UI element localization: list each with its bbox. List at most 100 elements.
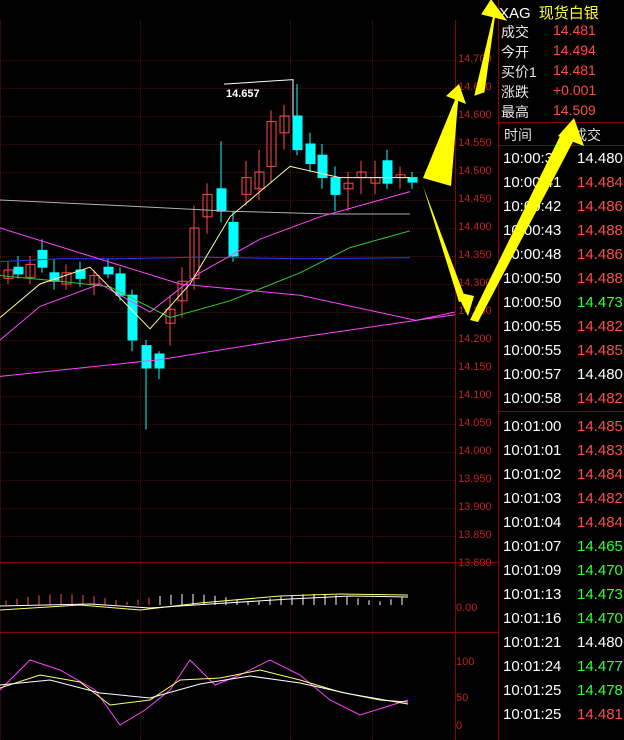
tick-time: 10:00:48 bbox=[503, 246, 562, 263]
quote-row: 买价1 14.481 bbox=[501, 62, 624, 81]
tick-price: 14.470 bbox=[577, 610, 623, 627]
peak-marker bbox=[223, 79, 294, 116]
quote-value: 14.481 bbox=[553, 62, 596, 78]
tick-time: 10:00:42 bbox=[503, 198, 562, 215]
quote-value: 14.494 bbox=[553, 42, 596, 58]
tick-row: 10:01:01 14.483 bbox=[503, 442, 624, 466]
quote-panel: XAG 现货白银 成交 14.481 今开 14.494 买价1 14.481 涨跌 +0.00… bbox=[498, 0, 624, 740]
tick-time: 10:01:01 bbox=[503, 442, 562, 459]
tick-row: 10:01:25 14.481 bbox=[503, 706, 624, 730]
tick-row: 10:01:04 14.484 bbox=[503, 514, 624, 538]
quote-label: 买价1 bbox=[501, 64, 537, 80]
candle-body bbox=[37, 249, 48, 268]
tick-time: 10:01:13 bbox=[503, 586, 562, 603]
tick-time: 10:00:57 bbox=[503, 366, 562, 383]
ticks-header-price: 成交 bbox=[573, 127, 601, 143]
candle-body bbox=[292, 115, 303, 151]
tick-price: 14.477 bbox=[577, 658, 623, 675]
candle-body bbox=[228, 221, 239, 257]
tick-row: 10:00:48 14.486 bbox=[503, 246, 624, 270]
tick-price: 14.473 bbox=[577, 294, 623, 311]
tick-time: 10:01:03 bbox=[503, 490, 562, 507]
ticks-separator bbox=[499, 411, 624, 412]
tick-price: 14.482 bbox=[577, 318, 623, 335]
tick-time: 10:00:43 bbox=[503, 222, 562, 239]
tick-row: 10:00:55 14.485 bbox=[503, 342, 624, 366]
tick-price: 14.465 bbox=[577, 538, 623, 555]
tick-price: 14.480 bbox=[577, 366, 623, 383]
trend-line-2 bbox=[0, 314, 456, 377]
candle-body bbox=[154, 353, 165, 369]
quote-label: 今开 bbox=[501, 44, 529, 60]
instrument-name: 现货白银 bbox=[538, 5, 599, 22]
tick-price: 14.488 bbox=[577, 270, 623, 287]
instrument-title: XAG 现货白银 bbox=[499, 2, 599, 22]
candle-body bbox=[330, 177, 341, 195]
tick-time: 10:01:09 bbox=[503, 562, 562, 579]
chart-canvas bbox=[0, 79, 456, 726]
tick-time: 10:01:00 bbox=[503, 418, 562, 435]
quote-row: 最高 14.509 bbox=[501, 102, 624, 121]
candle-body bbox=[407, 177, 418, 183]
tick-time: 10:00:50 bbox=[503, 294, 562, 311]
tick-row: 10:01:03 14.482 bbox=[503, 490, 624, 514]
candle-body bbox=[103, 266, 114, 275]
quote-label: 最高 bbox=[501, 104, 529, 120]
tick-time: 10:01:07 bbox=[503, 538, 562, 555]
tick-row: 10:01:13 14.473 bbox=[503, 586, 624, 610]
tick-row: 10:01:24 14.477 bbox=[503, 658, 624, 682]
tick-time: 10:00:41 bbox=[503, 174, 562, 191]
ticks-header-time: 时间 bbox=[504, 127, 532, 143]
tick-price: 14.470 bbox=[577, 562, 623, 579]
candle-body bbox=[382, 160, 393, 184]
tick-row: 10:01:09 14.470 bbox=[503, 562, 624, 586]
tick-time: 10:01:16 bbox=[503, 610, 562, 627]
tick-row: 10:00:50 14.488 bbox=[503, 270, 624, 294]
tick-price: 14.483 bbox=[577, 442, 623, 459]
tick-row: 10:01:07 14.465 bbox=[503, 538, 624, 562]
kdj-j-line bbox=[0, 659, 409, 726]
tick-row: 10:00:50 14.473 bbox=[503, 294, 624, 318]
quote-label: 涨跌 bbox=[501, 84, 529, 100]
tick-row: 10:01:00 14.485 bbox=[503, 418, 624, 442]
tick-row: 10:00:41 14.484 bbox=[503, 174, 624, 198]
quote-row: 今开 14.494 bbox=[501, 42, 624, 61]
tick-time: 10:01:04 bbox=[503, 514, 562, 531]
tick-price: 14.486 bbox=[577, 246, 623, 263]
tick-price: 14.473 bbox=[577, 586, 623, 603]
tick-price: 14.488 bbox=[577, 222, 623, 239]
tick-time: 10:01:24 bbox=[503, 658, 562, 675]
quote-value: 14.481 bbox=[553, 22, 596, 38]
tick-time: 10:01:25 bbox=[503, 682, 562, 699]
tick-time: 10:01:21 bbox=[503, 634, 562, 651]
candle-body bbox=[141, 345, 152, 369]
kdj-d-line bbox=[0, 675, 409, 705]
kdj-k-line bbox=[0, 669, 409, 706]
tick-time: 10:00:55 bbox=[503, 318, 562, 335]
tick-price: 14.484 bbox=[577, 514, 623, 531]
ticks-header: 时间 成交 bbox=[499, 122, 624, 146]
tick-price: 14.485 bbox=[577, 418, 623, 435]
tick-time: 10:00:55 bbox=[503, 342, 562, 359]
tick-price: 14.481 bbox=[577, 706, 623, 723]
tick-price: 14.480 bbox=[577, 150, 623, 167]
tick-time: 10:01:02 bbox=[503, 466, 562, 483]
tick-price: 14.480 bbox=[577, 634, 623, 651]
instrument-code: XAG bbox=[499, 5, 531, 22]
tick-time: 10:00:50 bbox=[503, 270, 562, 287]
tick-price: 14.485 bbox=[577, 342, 623, 359]
kline-chart[interactable]: 14.700 14.650 14.600 14.550 14.500 14.450 14.4… bbox=[0, 0, 498, 740]
tick-price: 14.478 bbox=[577, 682, 623, 699]
tick-row: 10:01:16 14.470 bbox=[503, 610, 624, 634]
tick-row: 10:01:02 14.484 bbox=[503, 466, 624, 490]
candle-body bbox=[305, 143, 316, 165]
tick-price: 14.484 bbox=[577, 466, 623, 483]
quote-row: 涨跌 +0.001 bbox=[501, 82, 624, 101]
candle-body bbox=[13, 266, 24, 275]
tick-price: 14.486 bbox=[577, 198, 623, 215]
quote-value: 14.509 bbox=[553, 102, 596, 118]
candle-body bbox=[216, 188, 227, 212]
tick-row: 10:01:21 14.480 bbox=[503, 634, 624, 658]
tick-price: 14.484 bbox=[577, 174, 623, 191]
tick-row: 10:00:39 14.480 bbox=[503, 150, 624, 174]
